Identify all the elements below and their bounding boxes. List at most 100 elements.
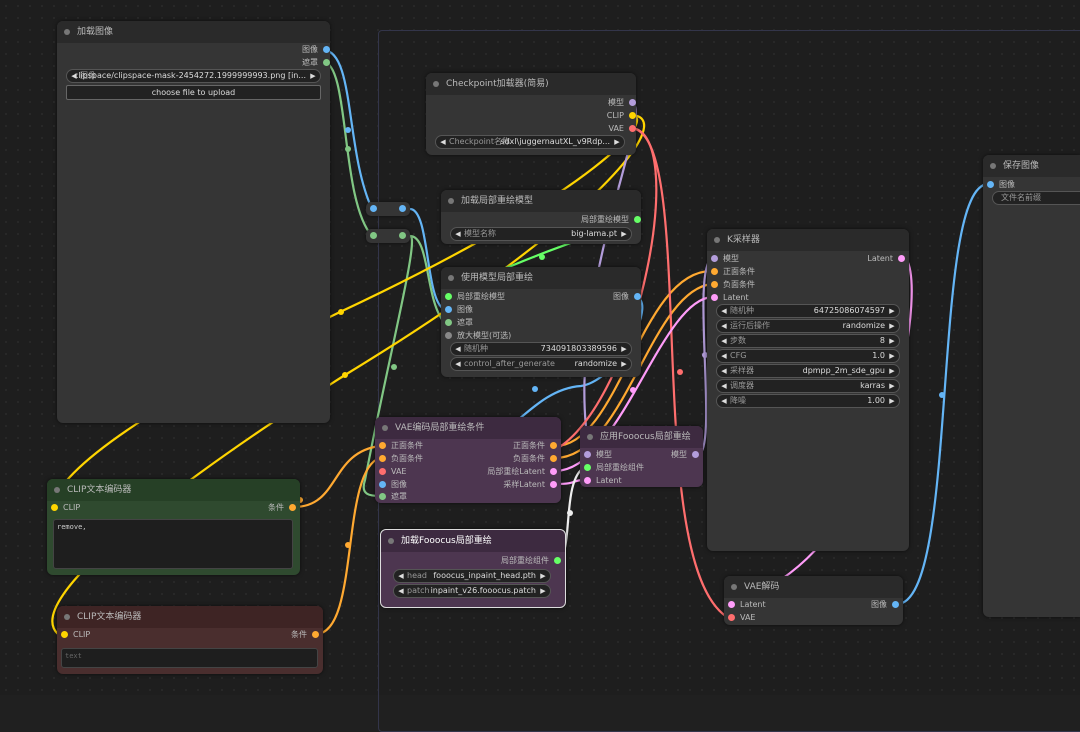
arrow-left-icon[interactable]: ◀ [453, 358, 463, 370]
load-fooocus-inpaint-node[interactable]: 加载Fooocus局部重绘 局部重绘组件 ◀ head fooocus_inpain… [380, 529, 566, 608]
output-inpaint-latent[interactable]: 局部重绘Latent [487, 465, 557, 478]
input-dot[interactable] [51, 504, 58, 511]
arrow-left-icon[interactable]: ◀ [719, 380, 729, 392]
input-negative[interactable]: 负面条件 [711, 278, 755, 291]
input-dot[interactable] [445, 319, 452, 326]
input-dot[interactable] [711, 281, 718, 288]
output-dot[interactable] [629, 99, 636, 106]
output-dot[interactable] [550, 468, 557, 475]
arrow-left-icon[interactable]: ◀ [396, 585, 406, 597]
image-combo[interactable]: ◀ 图像 clipspace/clipspace-mask-2454272.19… [66, 69, 321, 83]
cfg-widget[interactable]: ◀ CFG 1.0 ▶ [716, 349, 900, 363]
input-dot[interactable] [711, 268, 718, 275]
input-image[interactable]: 图像 [987, 178, 1015, 191]
input-dot[interactable] [370, 205, 377, 212]
input-upscale-model[interactable]: 放大模型(可选) [445, 329, 511, 342]
vae-decode-node[interactable]: VAE解码 Latent VAE 图像 [724, 576, 903, 625]
save-image-node[interactable]: 保存图像 图像 文件名前缀 [983, 155, 1080, 617]
output-negative[interactable]: 负面条件 [513, 452, 557, 465]
input-patch[interactable]: 局部重绘组件 [584, 461, 644, 474]
upload-button[interactable]: choose file to upload [66, 85, 321, 100]
inpaint-with-model-node[interactable]: 使用模型局部重绘 局部重绘模型 图像 遮罩 放大模型(可选) 图像 ◀ 随机种 … [441, 267, 641, 377]
input-negative[interactable]: 负面条件 [379, 452, 423, 465]
reroute-node[interactable] [366, 202, 410, 216]
input-latent[interactable]: Latent [584, 474, 622, 487]
arrow-left-icon[interactable]: ◀ [719, 305, 729, 317]
input-clip[interactable]: CLIP [61, 628, 90, 641]
input-model[interactable]: 模型 [584, 448, 612, 461]
output-mask[interactable]: 遮罩 [302, 56, 330, 69]
load-image-node[interactable]: 加载图像 图像 遮罩 ◀ 图像 clipspace/clipspace-mask… [57, 21, 330, 423]
output-dot[interactable] [399, 205, 406, 212]
arrow-right-icon[interactable]: ▶ [887, 365, 897, 377]
output-positive[interactable]: 正面条件 [513, 439, 557, 452]
control-after-generate-combo[interactable]: ◀ 运行后操作 randomize ▶ [716, 319, 900, 333]
clip-text-encode-positive-node[interactable]: CLIP文本编码器 CLIP 条件 remove, [47, 479, 300, 575]
arrow-left-icon[interactable]: ◀ [453, 343, 463, 355]
output-latent[interactable]: Latent [867, 252, 905, 265]
seed-widget[interactable]: ◀ 随机种 647250860745​97 ▶ [716, 304, 900, 318]
input-dot[interactable] [711, 255, 718, 262]
arrow-left-icon[interactable]: ◀ [396, 570, 406, 582]
input-clip[interactable]: CLIP [51, 501, 80, 514]
output-dot[interactable] [323, 59, 330, 66]
output-dot[interactable] [634, 293, 641, 300]
output-image[interactable]: 图像 [302, 43, 330, 56]
arrow-right-icon[interactable]: ▶ [538, 585, 548, 597]
output-dot[interactable] [550, 442, 557, 449]
output-image[interactable]: 图像 [871, 598, 899, 611]
output-dot[interactable] [550, 455, 557, 462]
input-vae[interactable]: VAE [728, 611, 756, 624]
input-dot[interactable] [370, 232, 377, 239]
output-clip[interactable]: CLIP [607, 109, 636, 122]
prompt-textarea[interactable]: remove, [53, 519, 293, 569]
output-model[interactable]: 模型 [671, 448, 699, 461]
input-dot[interactable] [728, 601, 735, 608]
input-vae[interactable]: VAE [379, 465, 407, 478]
sampler-combo[interactable]: ◀ 采样器 dpmpp_2m_sde_gpu ▶ [716, 364, 900, 378]
output-dot[interactable] [692, 451, 699, 458]
input-dot[interactable] [445, 332, 452, 339]
checkpoint-loader-node[interactable]: Checkpoint加载器(简易) 模型 CLIP VAE ◀ Checkpoi… [426, 73, 636, 155]
output-model[interactable]: 模型 [608, 96, 636, 109]
arrow-left-icon[interactable]: ◀ [719, 395, 729, 407]
output-dot[interactable] [312, 631, 319, 638]
output-inpaint-model[interactable]: 局部重绘模型 [581, 213, 641, 226]
arrow-right-icon[interactable]: ▶ [887, 305, 897, 317]
denoise-widget[interactable]: ◀ 降噪 1.00 ▶ [716, 394, 900, 408]
output-patch[interactable]: 局部重绘组件 [501, 554, 561, 567]
input-dot[interactable] [379, 481, 386, 488]
input-dot[interactable] [379, 493, 386, 500]
output-dot[interactable] [629, 125, 636, 132]
arrow-right-icon[interactable]: ▶ [538, 570, 548, 582]
control-after-generate-combo[interactable]: ◀ control_after_generate randomize ▶ [450, 357, 632, 371]
arrow-right-icon[interactable]: ▶ [887, 380, 897, 392]
input-dot[interactable] [584, 477, 591, 484]
arrow-right-icon[interactable]: ▶ [887, 350, 897, 362]
input-dot[interactable] [445, 306, 452, 313]
output-dot[interactable] [892, 601, 899, 608]
output-sample-latent[interactable]: 采样Latent [503, 478, 557, 491]
input-dot[interactable] [987, 181, 994, 188]
input-model[interactable]: 模型 [711, 252, 739, 265]
prompt-textarea[interactable]: text [61, 648, 318, 668]
checkpoint-combo[interactable]: ◀ Checkpoint名称 sdxl\juggernautXL_v9Rdp..… [435, 135, 625, 149]
arrow-left-icon[interactable]: ◀ [719, 335, 729, 347]
input-dot[interactable] [711, 294, 718, 301]
head-combo[interactable]: ◀ head fooocus_inpaint_head.pth ▶ [393, 569, 551, 583]
output-dot[interactable] [550, 481, 557, 488]
output-dot[interactable] [323, 46, 330, 53]
arrow-left-icon[interactable]: ◀ [438, 136, 448, 148]
input-dot[interactable] [61, 631, 68, 638]
output-dot[interactable] [634, 216, 641, 223]
arrow-left-icon[interactable]: ◀ [719, 320, 729, 332]
input-positive[interactable]: 正面条件 [711, 265, 755, 278]
arrow-left-icon[interactable]: ◀ [719, 365, 729, 377]
apply-fooocus-inpaint-node[interactable]: 应用Fooocus局部重绘 模型 局部重绘组件 Latent 模型 [580, 426, 703, 487]
arrow-right-icon[interactable]: ▶ [887, 320, 897, 332]
arrow-right-icon[interactable]: ▶ [887, 395, 897, 407]
arrow-right-icon[interactable]: ▶ [619, 358, 629, 370]
input-dot[interactable] [379, 442, 386, 449]
model-name-combo[interactable]: ◀ 模型名称 big-lama.pt ▶ [450, 227, 632, 241]
steps-widget[interactable]: ◀ 步数 8 ▶ [716, 334, 900, 348]
